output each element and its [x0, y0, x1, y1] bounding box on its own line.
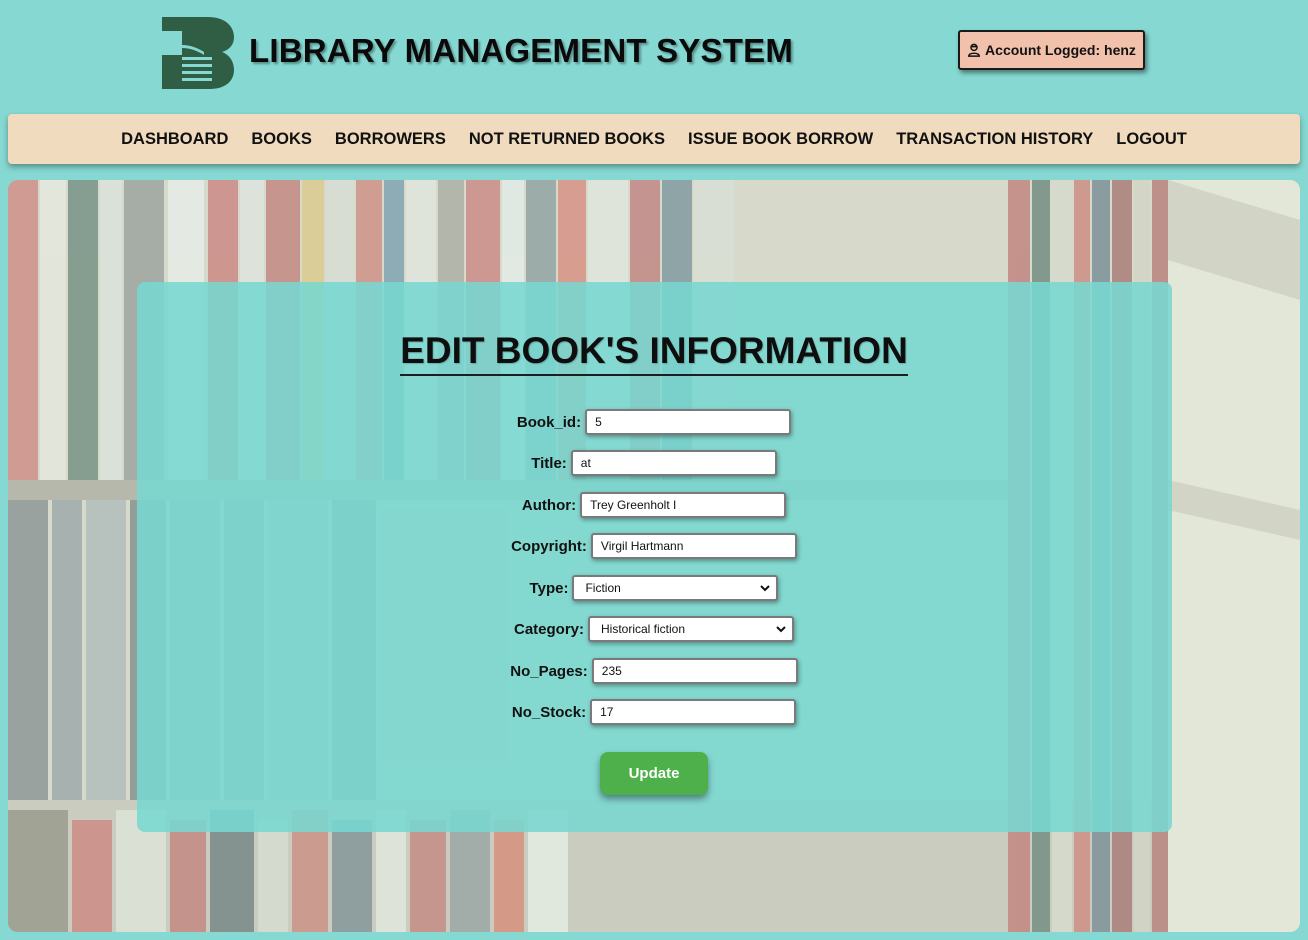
nav-dashboard[interactable]: DASHBOARD	[121, 130, 228, 149]
nav-borrowers[interactable]: BORROWERS	[335, 130, 446, 149]
chevron-down-icon	[760, 585, 771, 592]
chevron-down-icon	[776, 626, 786, 633]
type-label: Type:	[529, 579, 569, 597]
field-row-title: Title: at	[0, 450, 1308, 476]
main-navbar: DASHBOARD BOOKS BORROWERS NOT RETURNED B…	[8, 114, 1300, 164]
no-pages-input[interactable]: 235	[591, 658, 798, 684]
category-select[interactable]: Historical fiction	[588, 616, 794, 642]
copyright-input[interactable]: Virgil Hartmann	[590, 533, 797, 559]
field-row-type: Type: Fiction	[0, 575, 1308, 601]
copyright-label: Copyright:	[511, 537, 587, 555]
nav-transaction-history[interactable]: TRANSACTION HISTORY	[896, 130, 1093, 149]
author-input[interactable]: Trey Greenholt I	[580, 492, 787, 518]
field-row-copyright: Copyright: Virgil Hartmann	[0, 533, 1308, 559]
field-row-no-pages: No_Pages: 235	[0, 658, 1308, 684]
site-title: LIBRARY MANAGEMENT SYSTEM	[249, 32, 794, 69]
account-badge[interactable]: Account Logged: henz	[958, 30, 1145, 70]
account-label: Account Logged: henz	[985, 42, 1136, 58]
type-selected-value: Fiction	[585, 581, 621, 595]
nav-not-returned-books[interactable]: NOT RETURNED BOOKS	[469, 130, 665, 149]
no-stock-label: No_Stock:	[511, 703, 587, 721]
nav-issue-book-borrow[interactable]: ISSUE BOOK BORROW	[688, 130, 873, 149]
type-select[interactable]: Fiction	[572, 575, 779, 601]
update-button[interactable]: Update	[600, 752, 708, 795]
no-pages-label: No_Pages:	[510, 662, 588, 680]
author-label: Author:	[521, 496, 577, 514]
field-row-book-id: Book_id: 5	[0, 409, 1308, 435]
field-row-no-stock: No_Stock: 17	[0, 699, 1308, 725]
nav-books[interactable]: BOOKS	[251, 130, 312, 149]
no-stock-input[interactable]: 17	[590, 699, 797, 725]
book-id-label: Book_id:	[516, 413, 582, 431]
user-icon	[968, 43, 980, 57]
category-label: Category:	[513, 620, 584, 638]
title-label: Title:	[531, 454, 567, 472]
field-row-author: Author: Trey Greenholt I	[0, 492, 1308, 518]
title-input[interactable]: at	[570, 450, 777, 476]
field-row-category: Category: Historical fiction	[0, 616, 1308, 642]
nav-logout[interactable]: LOGOUT	[1116, 130, 1187, 149]
book-id-input[interactable]: 5	[585, 409, 792, 435]
form-title: EDIT BOOK'S INFORMATION	[0, 330, 1308, 376]
library-logo-icon	[162, 17, 234, 89]
category-selected-value: Historical fiction	[601, 622, 686, 636]
